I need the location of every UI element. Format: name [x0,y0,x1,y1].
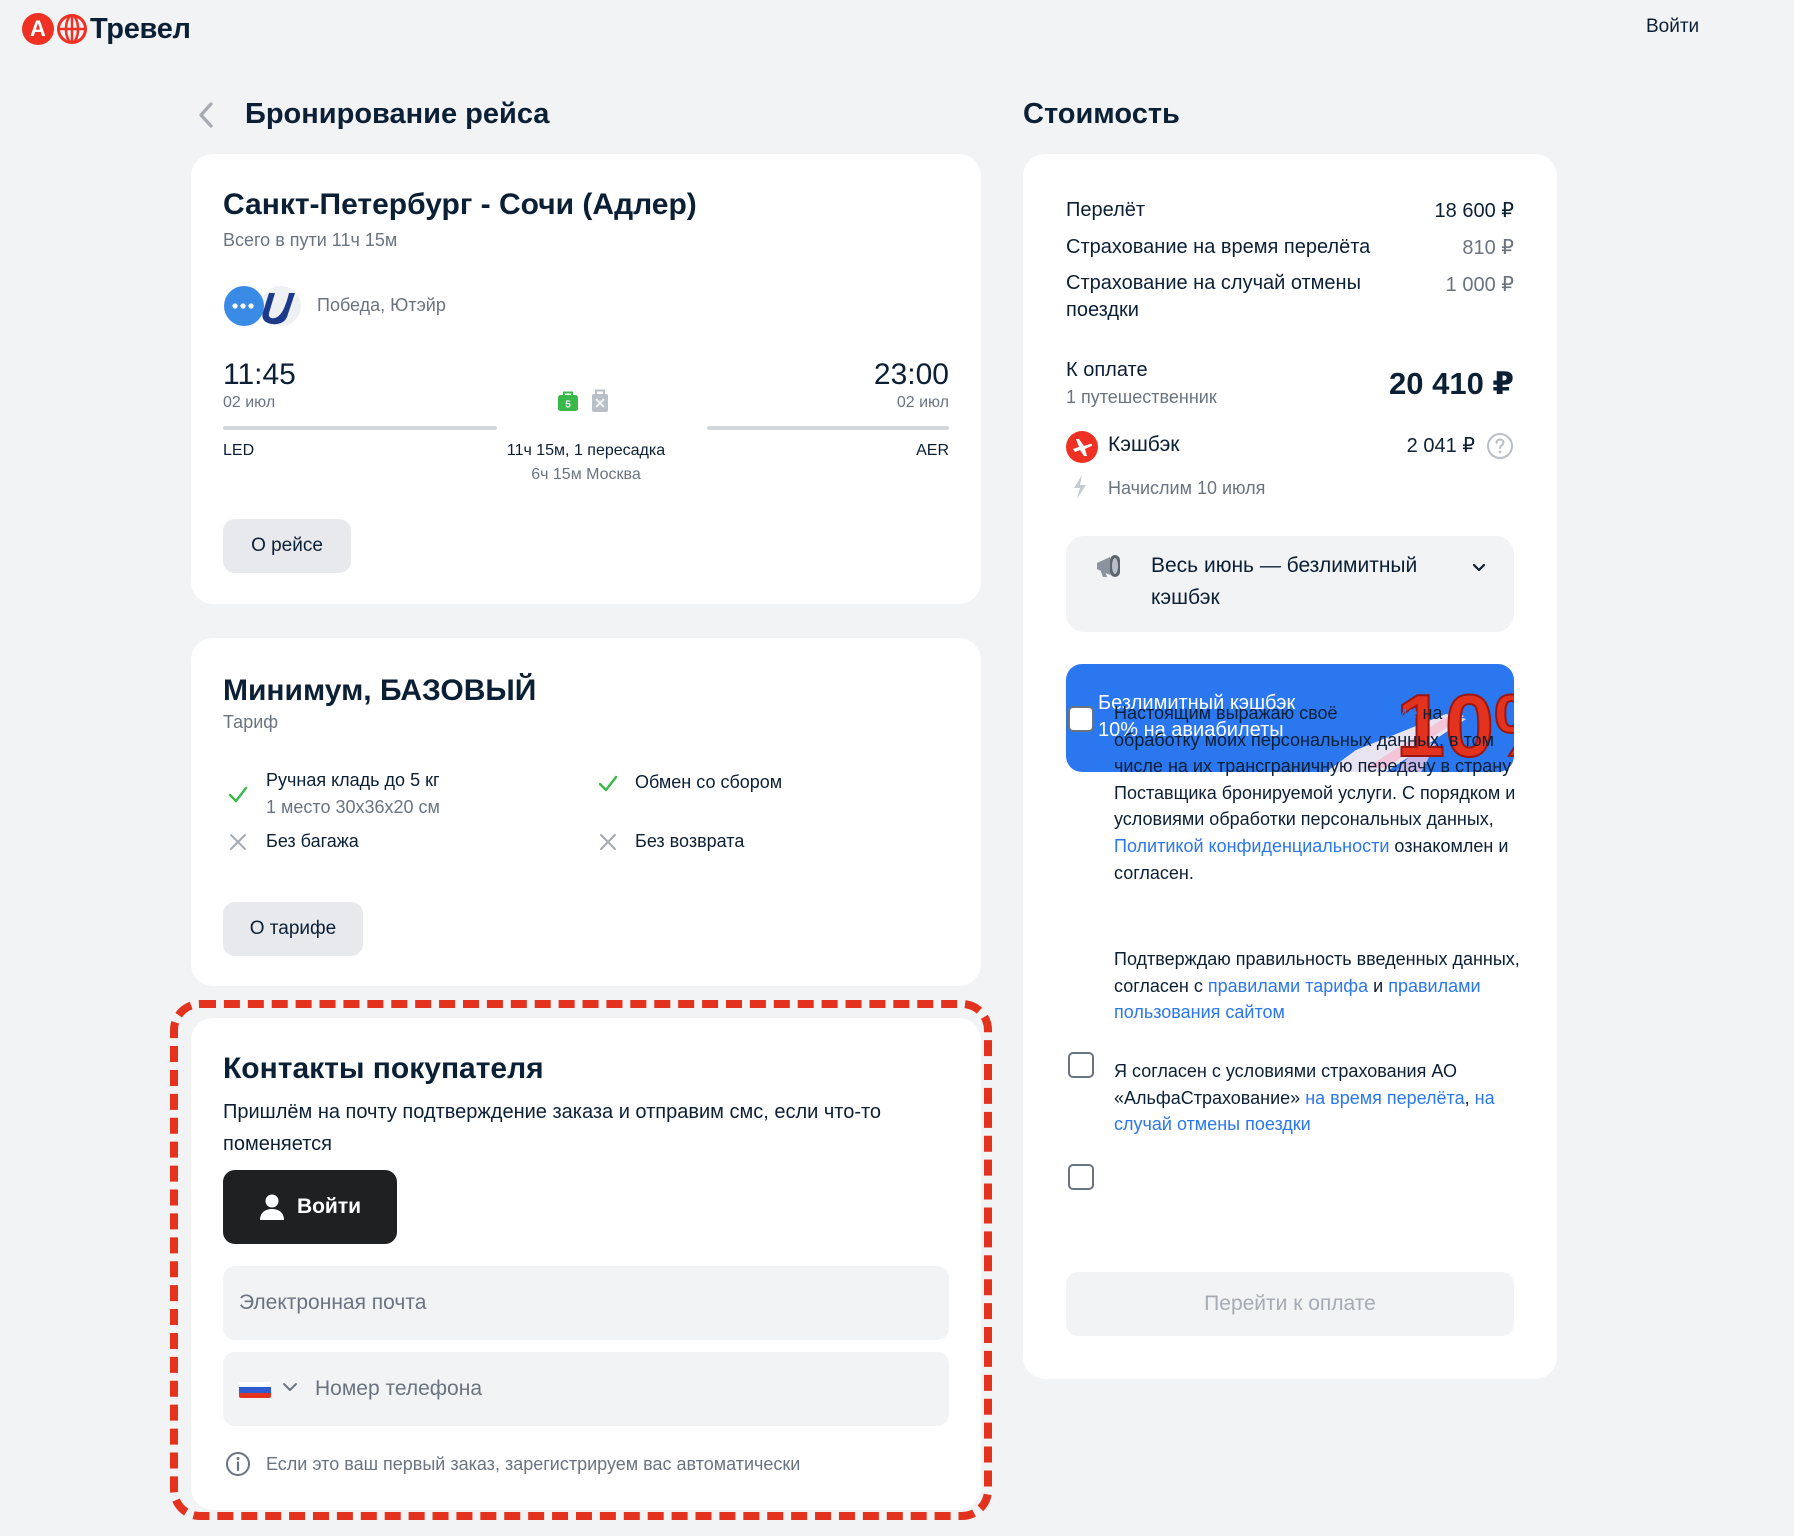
info-icon [226,1452,250,1476]
cashback-label: Кэшбэк [1108,433,1180,456]
tariff-card: Минимум, БАЗОВЫЙ Тариф Ручная кладь до 5… [191,638,981,986]
contacts-card: Контакты покупателя Пришлём на почту под… [191,1018,981,1510]
cross-icon [230,834,246,850]
cashback-plane-icon [1066,431,1098,463]
departure-time: 11:45 [223,358,296,391]
departure-airport-code: LED [223,442,255,459]
cashback-value: 2 041 ₽ [1406,435,1475,457]
tariff-title: Минимум, БАЗОВЫЙ [223,674,537,707]
lightning-icon [1074,475,1086,499]
carry-on-crossed-icon [592,389,608,412]
consent-text: и [1368,975,1389,996]
flight-card: Санкт-Петербург - Сочи (Адлер) Всего в п… [191,154,981,604]
header-login-link[interactable]: Войти [1646,16,1699,38]
megaphone-icon [1097,555,1120,577]
chevron-down-icon[interactable] [281,1378,299,1396]
cost-insurance-cancel-label: Страхование на случай отмены поездки [1066,272,1361,321]
consent-insurance-text: Я согласен с условиями страхования АО «А… [1114,1058,1524,1138]
route-title: Санкт-Петербург - Сочи (Адлер) [223,188,697,221]
cost-insurance-cancel-value: 1 000 ₽ [1445,274,1514,296]
tariff-feature-label: Обмен со сбором [635,772,783,792]
consent-personal-data-text: Настоящим выражаю своё согласие на обраб… [1114,700,1524,886]
about-tariff-button[interactable]: О тарифе [223,902,363,956]
consent-link[interactable]: согласие [1343,703,1418,723]
flight-insurance-link[interactable]: на время перелёта [1305,1088,1464,1108]
promo-accordion[interactable]: Весь июнь — безлимитный кэшбэк [1066,536,1514,632]
tariff-feature-sub: 1 место 30х36х20 см [266,797,440,817]
pay-label: К оплате [1066,359,1148,381]
phone-input[interactable] [315,1352,935,1426]
departure-date: 02 июл [223,394,276,411]
total-travel-time: Всего в пути 11ч 15м [223,230,398,250]
email-input[interactable] [223,1266,949,1340]
globe-icon [57,14,87,44]
consent-rules-text: Подтверждаю правильность введенных данны… [1114,946,1524,1026]
header: А Тревел Войти [0,0,1794,58]
logo-text: Тревел [90,12,191,45]
russia-flag-icon[interactable] [239,1382,271,1398]
route-line-right [707,426,949,430]
total-price: 20 410 ₽ [1389,366,1514,401]
contacts-login-button[interactable]: Войти [223,1170,397,1244]
flight-duration: 11ч 15м, 1 пересадка [506,442,666,459]
cost-insurance-flight-value: 810 ₽ [1462,237,1514,259]
promo-text: Весь июнь — безлимитный кэшбэк [1151,554,1418,609]
cashback-accrual-date: Начислим 10 июля [1108,478,1266,498]
airline-logos-icon [224,286,301,326]
cost-title: Стоимость [1023,98,1180,130]
consent-insurance-checkbox[interactable] [1068,1164,1094,1190]
cost-flight-label: Перелёт [1066,199,1146,221]
check-icon [228,786,248,803]
user-icon [259,1194,284,1220]
back-button[interactable] [194,98,218,132]
consent-personal-data-checkbox[interactable] [1068,706,1094,732]
contacts-description: Пришлём на почту подтверждение заказа и … [223,1101,882,1155]
chevron-left-icon [199,102,213,128]
airline-names: Победа, Ютэйр [317,295,446,315]
tariff-feature-label: Без багажа [266,831,359,851]
arrival-airport-code: AER [916,442,949,459]
tariff-subtitle: Тариф [223,712,279,732]
baggage-count: 5 [565,400,571,411]
cost-flight-value: 18 600 ₽ [1434,200,1514,222]
alfa-logo-icon: А [22,13,54,45]
arrival-date: 02 июл [896,394,949,411]
baggage-icon: 5 [558,391,578,411]
contacts-title: Контакты покупателя [223,1052,544,1085]
consent-text: Настоящим выражаю своё [1114,703,1343,723]
about-flight-button[interactable]: О рейсе [223,519,351,573]
phone-field [223,1352,949,1426]
help-icon[interactable] [1486,432,1514,460]
layover-info: 6ч 15м Москва [531,466,641,483]
tariff-feature-label: Без возврата [635,831,745,851]
check-icon [598,775,618,792]
travellers-count: 1 путешественник [1066,387,1217,407]
cost-card: Перелёт 18 600 ₽ Страхование на время пе… [1023,154,1557,1379]
page-title: Бронирование рейса [245,98,550,130]
logo[interactable]: А Тревел [22,10,191,48]
cost-insurance-flight-label: Страхование на время перелёта [1066,236,1371,258]
auto-register-note: Если это ваш первый заказ, зарегистрируе… [266,1454,801,1474]
go-to-payment-button[interactable]: Перейти к оплате [1066,1272,1514,1336]
login-button-label: Войти [296,1195,362,1218]
consent-rules-checkbox[interactable] [1068,1052,1094,1078]
privacy-policy-link[interactable]: Политикой конфиденциальности [1114,836,1389,856]
tariff-feature-label: Ручная кладь до 5 кг [266,770,440,790]
arrival-time: 23:00 [873,358,949,391]
cross-icon [600,834,616,850]
route-line-left [223,426,497,430]
tariff-rules-link[interactable]: правилами тарифа [1208,976,1368,996]
chevron-down-icon[interactable] [1470,558,1488,576]
consent-text: , [1464,1087,1475,1108]
